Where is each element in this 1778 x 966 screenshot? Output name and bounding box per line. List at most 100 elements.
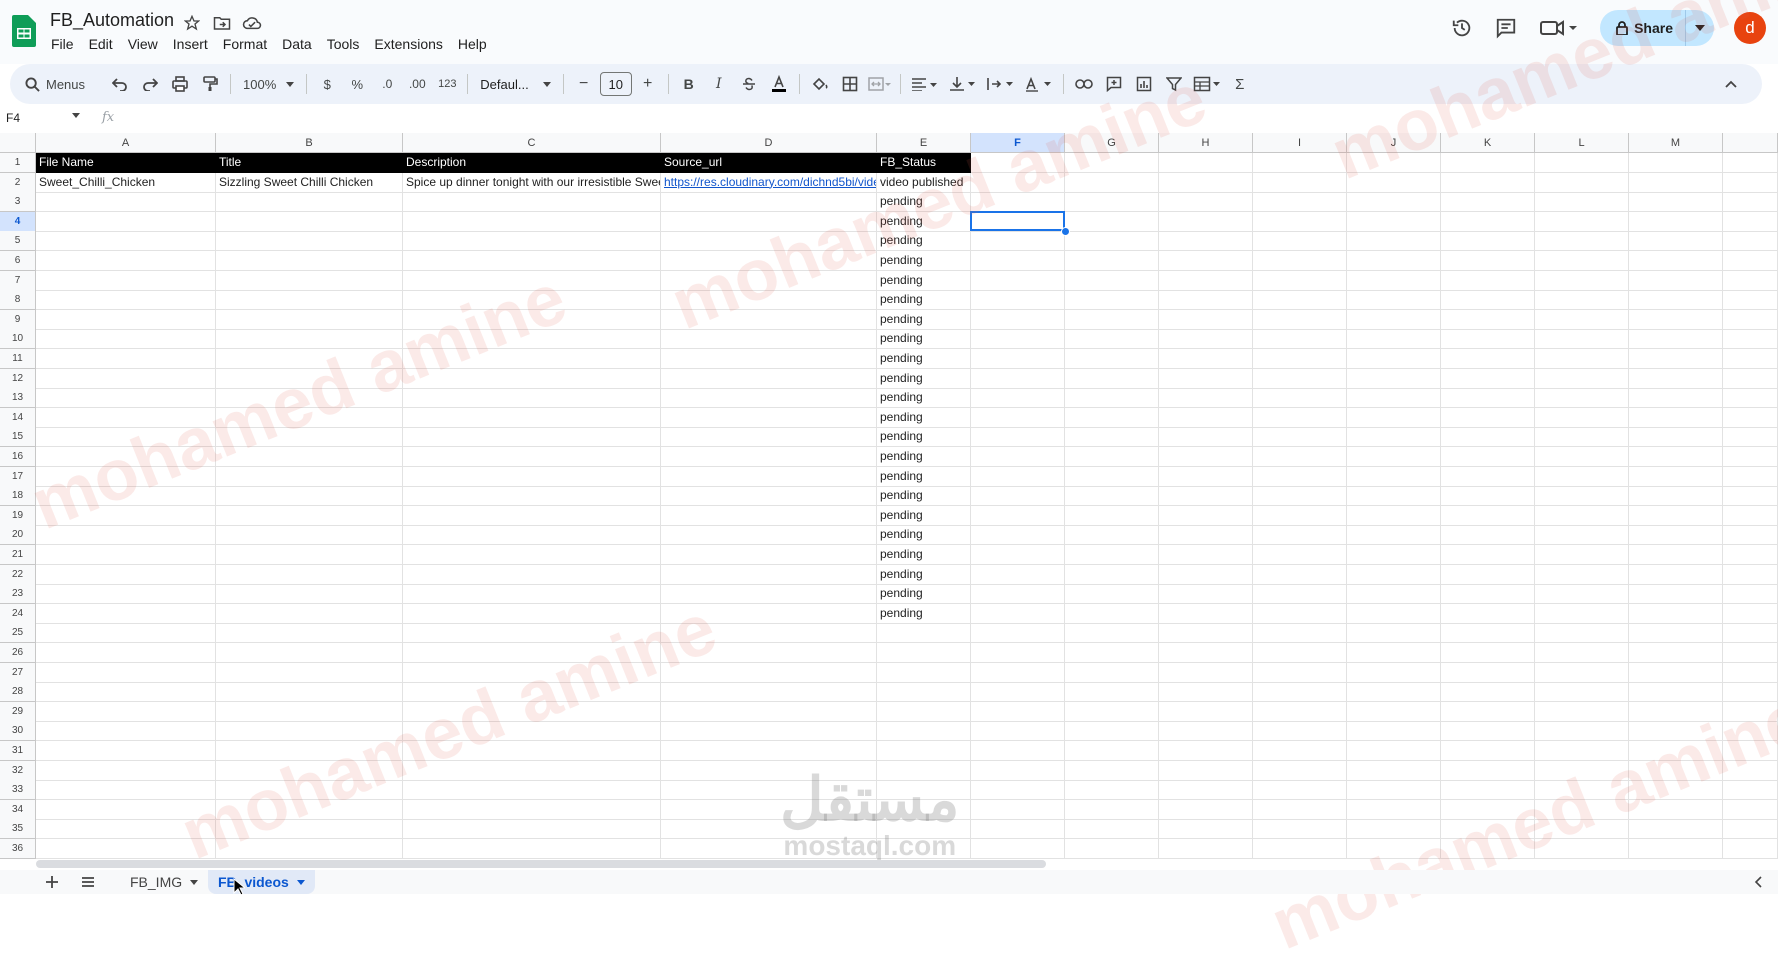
table-cell[interactable] [403, 799, 661, 820]
table-cell[interactable] [216, 584, 403, 605]
table-cell[interactable] [216, 603, 403, 624]
table-cell[interactable] [1441, 427, 1535, 448]
table-cell[interactable] [1347, 388, 1441, 409]
table-cell[interactable] [971, 329, 1065, 350]
table-cell[interactable] [1441, 172, 1535, 193]
table-cell[interactable] [36, 701, 216, 722]
table-cell[interactable] [971, 721, 1065, 742]
table-cell[interactable] [1535, 721, 1629, 742]
table-cell[interactable] [1629, 584, 1723, 605]
table-cell[interactable] [1253, 662, 1347, 683]
text-wrapping-icon[interactable] [983, 70, 1019, 98]
table-cell[interactable] [1723, 682, 1778, 703]
table-cell[interactable] [1441, 721, 1535, 742]
table-cell[interactable] [661, 329, 877, 350]
table-cell[interactable] [1159, 780, 1253, 801]
table-cell[interactable] [1723, 721, 1778, 742]
table-cell[interactable] [1347, 407, 1441, 428]
vertical-align-icon[interactable] [945, 70, 981, 98]
table-cell[interactable] [216, 839, 403, 859]
table-cell[interactable] [1441, 447, 1535, 467]
table-cell[interactable] [403, 290, 661, 311]
table-cell[interactable] [1347, 643, 1441, 663]
table-cell[interactable]: pending [877, 427, 971, 448]
table-cell[interactable] [877, 760, 971, 781]
table-cell[interactable] [1723, 545, 1778, 565]
table-cell[interactable] [403, 466, 661, 487]
header-cell[interactable]: File Name [36, 153, 216, 173]
table-cell[interactable] [1159, 290, 1253, 311]
table-cell[interactable] [1629, 368, 1723, 389]
row-header-25[interactable]: 25 [0, 623, 36, 644]
table-cell[interactable] [1535, 290, 1629, 311]
table-cell[interactable] [403, 368, 661, 389]
table-cell[interactable] [1441, 153, 1535, 173]
row-header-21[interactable]: 21 [0, 545, 36, 565]
table-cell[interactable] [1535, 427, 1629, 448]
table-cell[interactable] [1629, 564, 1723, 585]
table-cell[interactable] [1253, 270, 1347, 291]
table-cell[interactable] [403, 760, 661, 781]
insert-link-icon[interactable] [1070, 70, 1098, 98]
table-cell[interactable] [1535, 270, 1629, 291]
row-header-18[interactable]: 18 [0, 486, 36, 507]
table-cell[interactable] [1065, 329, 1159, 350]
table-cell[interactable] [1629, 505, 1723, 526]
table-cell[interactable] [1159, 349, 1253, 369]
table-cell[interactable] [216, 270, 403, 291]
table-cell[interactable]: pending [877, 545, 971, 565]
table-cell[interactable] [1441, 251, 1535, 271]
table-cell[interactable] [1535, 192, 1629, 213]
table-cell[interactable] [1253, 741, 1347, 761]
table-cell[interactable] [36, 780, 216, 801]
row-header-4[interactable]: 4 [0, 211, 36, 232]
table-cell[interactable] [1065, 172, 1159, 193]
row-header-35[interactable]: 35 [0, 819, 36, 840]
table-cell[interactable] [1723, 839, 1778, 859]
table-cell[interactable] [661, 388, 877, 409]
table-cell[interactable] [403, 643, 661, 663]
table-cell[interactable] [1253, 329, 1347, 350]
table-cell[interactable] [971, 270, 1065, 291]
table-cell[interactable] [1723, 447, 1778, 467]
table-cell[interactable] [216, 427, 403, 448]
table-cell[interactable] [1253, 505, 1347, 526]
table-cell[interactable] [216, 231, 403, 252]
table-cell[interactable] [877, 662, 971, 683]
table-cell[interactable] [1441, 466, 1535, 487]
scroll-tabs-left-icon[interactable] [1754, 876, 1762, 888]
table-cell[interactable] [216, 623, 403, 644]
table-cell[interactable] [1629, 329, 1723, 350]
table-cell[interactable] [1159, 211, 1253, 232]
table-cell[interactable] [36, 545, 216, 565]
table-cell[interactable] [971, 211, 1065, 232]
table-cell[interactable] [1629, 486, 1723, 507]
table-cell[interactable] [1629, 819, 1723, 840]
table-cell[interactable] [1159, 368, 1253, 389]
table-cell[interactable] [971, 799, 1065, 820]
table-cell[interactable] [1441, 603, 1535, 624]
row-header-19[interactable]: 19 [0, 505, 36, 526]
table-cell[interactable] [36, 290, 216, 311]
table-cell[interactable]: pending [877, 349, 971, 369]
table-cell[interactable] [1159, 427, 1253, 448]
table-cell[interactable] [1535, 329, 1629, 350]
avatar[interactable]: d [1734, 12, 1766, 44]
row-header-10[interactable]: 10 [0, 329, 36, 350]
menu-insert[interactable]: Insert [166, 34, 216, 54]
table-cell[interactable] [1347, 270, 1441, 291]
table-cell[interactable] [403, 251, 661, 271]
table-cell[interactable] [216, 368, 403, 389]
decrease-decimal-button[interactable]: .0 [373, 70, 401, 98]
table-cell[interactable] [1159, 741, 1253, 761]
table-cell[interactable] [216, 564, 403, 585]
table-cell[interactable] [1723, 309, 1778, 330]
table-cell[interactable] [1065, 349, 1159, 369]
table-cell[interactable] [1629, 153, 1723, 173]
table-cell[interactable] [216, 780, 403, 801]
table-cell[interactable] [1535, 682, 1629, 703]
table-cell[interactable] [1065, 447, 1159, 467]
table-cell[interactable] [403, 623, 661, 644]
table-cell[interactable] [1159, 839, 1253, 859]
table-cell[interactable] [1535, 623, 1629, 644]
